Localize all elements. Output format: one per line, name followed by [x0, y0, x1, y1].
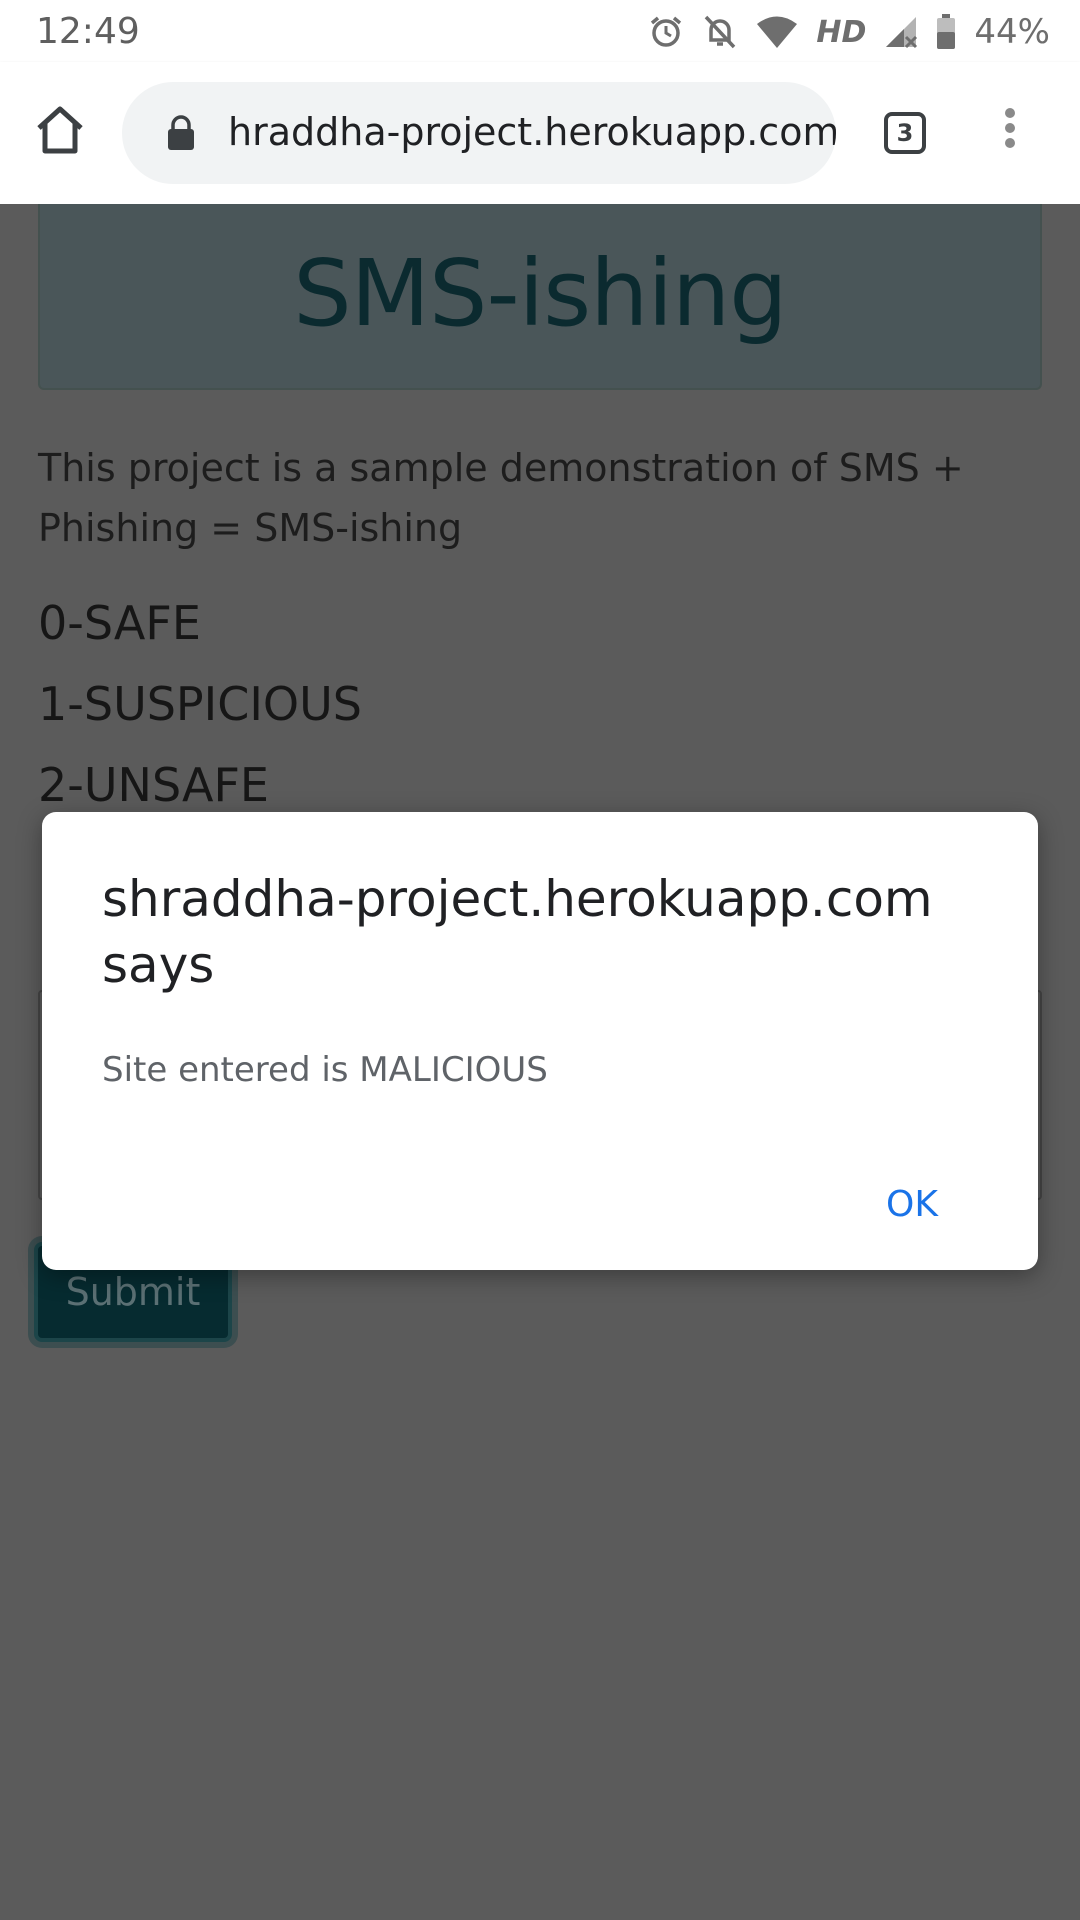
alert-dialog: shraddha-project.herokuapp.com says Site…: [42, 812, 1038, 1270]
intro-text: This project is a sample demonstration o…: [38, 446, 964, 550]
tab-switcher-button[interactable]: 3: [884, 112, 926, 154]
dialog-title: shraddha-project.herokuapp.com says: [102, 870, 933, 994]
home-button[interactable]: [32, 102, 88, 158]
cell-signal-icon: [884, 15, 918, 49]
battery-percent: 44%: [974, 12, 1050, 52]
status-time: 12:49: [36, 11, 140, 52]
page-title: SMS-ishing: [293, 240, 787, 347]
network-type-label: HD: [816, 14, 867, 50]
alarm-icon: [648, 14, 684, 50]
battery-icon: [936, 14, 956, 50]
legend-safe: 0-SAFE: [38, 596, 201, 650]
url-text: hraddha-project.herokuapp.com: [228, 110, 836, 154]
jumbotron: SMS-ishing: [38, 204, 1042, 390]
address-bar[interactable]: hraddha-project.herokuapp.com: [122, 82, 836, 184]
lock-icon: [166, 115, 196, 156]
home-icon: [37, 106, 83, 154]
notifications-off-icon: [702, 13, 738, 51]
legend-unsafe: 2-UNSAFE: [38, 758, 269, 812]
browser-toolbar: hraddha-project.herokuapp.com 3: [0, 62, 1080, 204]
ok-button[interactable]: OK: [886, 1184, 938, 1225]
status-bar: 12:49 HD 44%: [0, 0, 1080, 62]
more-menu-icon[interactable]: [996, 108, 1024, 156]
status-icons: HD 44%: [648, 12, 1050, 52]
legend-suspicious: 1-SUSPICIOUS: [38, 677, 362, 731]
wifi-icon: [756, 15, 798, 49]
dialog-message: Site entered is MALICIOUS: [102, 1050, 548, 1090]
